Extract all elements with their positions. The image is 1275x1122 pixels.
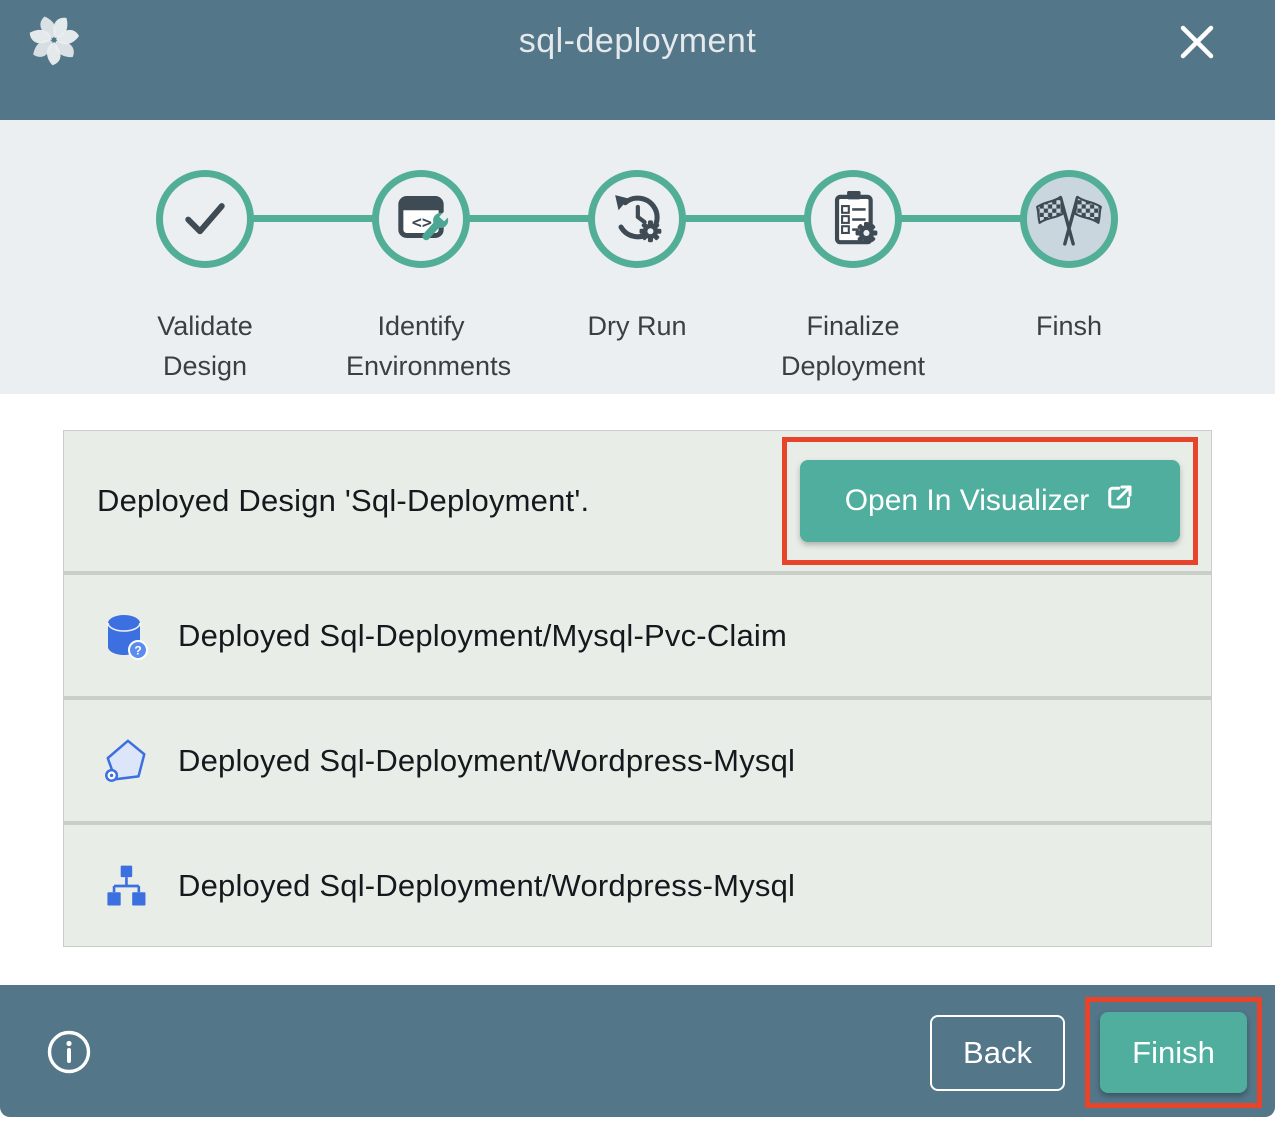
results-list: Deployed Design 'Sql-Deployment'. Open I… [63, 430, 1212, 947]
info-icon[interactable] [46, 1029, 92, 1075]
result-row-pvc: ? Deployed Sql-Deployment/Mysql-Pvc-Clai… [64, 575, 1211, 696]
summary-row: Deployed Design 'Sql-Deployment'. Open I… [64, 431, 1211, 571]
step-label: Identify Environments [346, 306, 496, 386]
step-label: Finsh [1036, 306, 1102, 346]
step-label: Validate Design [130, 306, 280, 386]
close-icon[interactable] [1175, 20, 1219, 64]
code-window-wrench-icon: <> [379, 175, 463, 264]
annotation-box-finish: Finish [1085, 997, 1262, 1108]
results-content: Deployed Design 'Sql-Deployment'. Open I… [0, 394, 1275, 985]
step-identify-environments: <> Identify Environments [313, 120, 529, 386]
step-finalize-deployment: Finalize Deployment [745, 120, 961, 386]
step-circle-finish[interactable] [1020, 170, 1118, 268]
clipboard-gear-icon [811, 175, 895, 264]
step-circle-identify[interactable]: <> [372, 170, 470, 268]
step-circle-validate[interactable] [156, 170, 254, 268]
checkered-flags-icon [1027, 175, 1111, 264]
deployment-stepper: Validate Design <> [0, 120, 1275, 394]
pentagon-resource-icon [100, 735, 152, 787]
result-row-hierarchy: Deployed Sql-Deployment/Wordpress-Mysql [64, 825, 1211, 946]
dialog-header: sql-deployment [0, 0, 1275, 120]
result-row-pentagon: Deployed Sql-Deployment/Wordpress-Mysql [64, 700, 1211, 821]
finish-button[interactable]: Finish [1100, 1012, 1247, 1093]
deployment-wizard-dialog: sql-deployment Vali [0, 0, 1275, 1122]
external-link-icon [1105, 482, 1135, 520]
step-circle-dry-run[interactable] [588, 170, 686, 268]
step-finish: Finsh [961, 120, 1177, 386]
summary-text: Deployed Design 'Sql-Deployment'. [97, 483, 589, 519]
annotation-box-visualizer: Open In Visualizer [782, 437, 1198, 565]
back-button[interactable]: Back [930, 1015, 1065, 1091]
checkmark-icon [163, 175, 247, 264]
persistent-volume-claim-icon: ? [100, 610, 152, 662]
step-validate-design: Validate Design [97, 120, 313, 386]
step-circle-finalize[interactable] [804, 170, 902, 268]
step-label: Finalize Deployment [778, 306, 928, 386]
open-in-visualizer-button[interactable]: Open In Visualizer [800, 460, 1180, 542]
step-label: Dry Run [587, 306, 686, 346]
step-dry-run: Dry Run [529, 120, 745, 386]
result-text: Deployed Sql-Deployment/Wordpress-Mysql [178, 743, 795, 779]
dialog-title: sql-deployment [0, 22, 1275, 61]
deployment-hierarchy-icon [100, 860, 152, 912]
svg-text:?: ? [134, 643, 141, 657]
result-text: Deployed Sql-Deployment/Mysql-Pvc-Claim [178, 618, 787, 654]
dialog-footer: Back Finish [0, 985, 1275, 1117]
open-in-visualizer-label: Open In Visualizer [845, 484, 1090, 518]
history-gear-icon [595, 175, 679, 264]
result-text: Deployed Sql-Deployment/Wordpress-Mysql [178, 868, 795, 904]
